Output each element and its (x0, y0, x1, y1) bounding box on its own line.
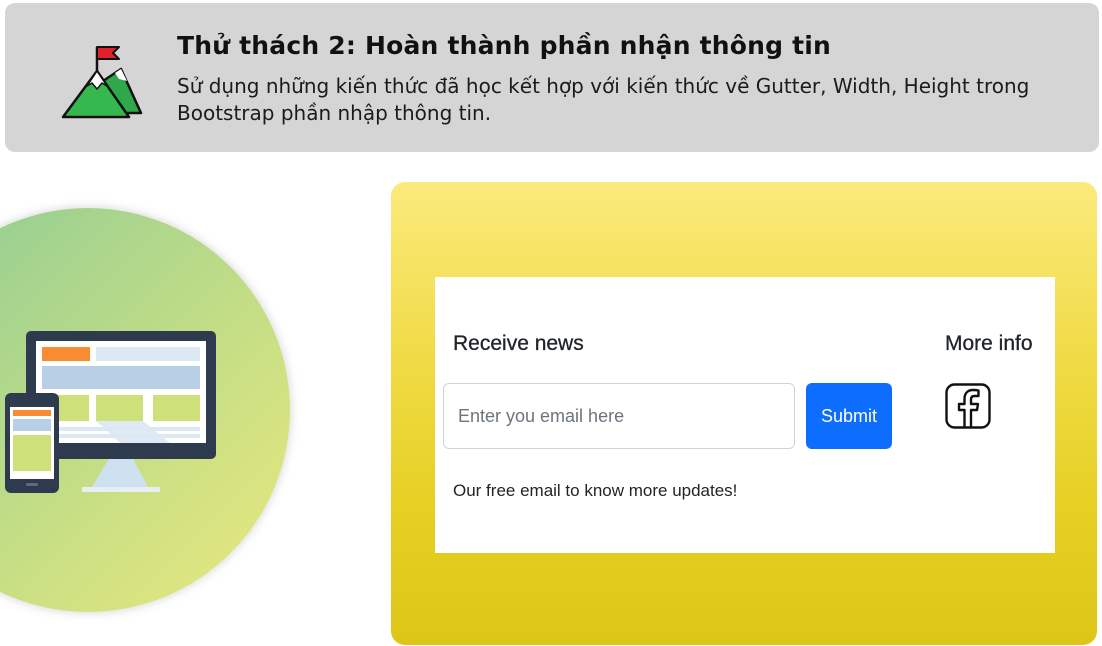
responsive-devices-icon (0, 208, 290, 612)
submit-button[interactable]: Submit (806, 383, 892, 449)
challenge-description: Sử dụng những kiến thức đã học kết hợp v… (177, 74, 1030, 125)
newsletter-note: Our free email to know more updates! (453, 481, 738, 500)
email-input[interactable] (443, 383, 795, 449)
mountain-flag-icon (61, 46, 143, 119)
receive-news-heading: Receive news (453, 332, 584, 355)
facebook-icon[interactable] (945, 383, 991, 429)
more-info-heading: More info (945, 332, 1033, 355)
newsletter-card: Receive news Submit Our free email to kn… (435, 277, 1055, 553)
challenge-banner: Thử thách 2: Hoàn thành phần nhận thông … (5, 3, 1099, 152)
challenge-title: Thử thách 2: Hoàn thành phần nhận thông … (177, 31, 832, 60)
